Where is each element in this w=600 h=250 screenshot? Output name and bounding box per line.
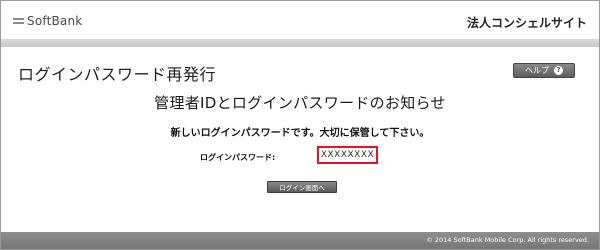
site-footer: © 2014 SoftBank Mobile Corp. All rights … xyxy=(1,232,599,249)
question-circle-icon: ? xyxy=(554,66,563,75)
header-divider-band xyxy=(1,39,599,47)
site-header: SoftBank 法人コンシェルサイト xyxy=(1,1,599,39)
notice-text: 新しいログインパスワードです。大切に保管して下さい。 xyxy=(170,128,430,139)
help-button[interactable]: ヘルプ ? xyxy=(513,63,575,78)
softbank-logo-icon xyxy=(13,16,24,26)
page-title: ログインパスワード再発行 xyxy=(18,65,217,84)
password-value: XXXXXXXX xyxy=(317,146,378,164)
section-heading: 管理者IDとログインパスワードのお知らせ xyxy=(154,94,446,112)
softbank-logo[interactable]: SoftBank xyxy=(13,13,82,29)
go-to-login-button[interactable]: ログイン画面へ xyxy=(267,181,337,193)
service-name: 法人コンシェルサイト xyxy=(466,16,587,30)
copyright-text: © 2014 SoftBank Mobile Corp. All rights … xyxy=(426,236,589,244)
help-button-label: ヘルプ xyxy=(525,66,549,75)
password-label: ログインパスワード: xyxy=(200,153,276,162)
logo-text: SoftBank xyxy=(27,14,83,28)
